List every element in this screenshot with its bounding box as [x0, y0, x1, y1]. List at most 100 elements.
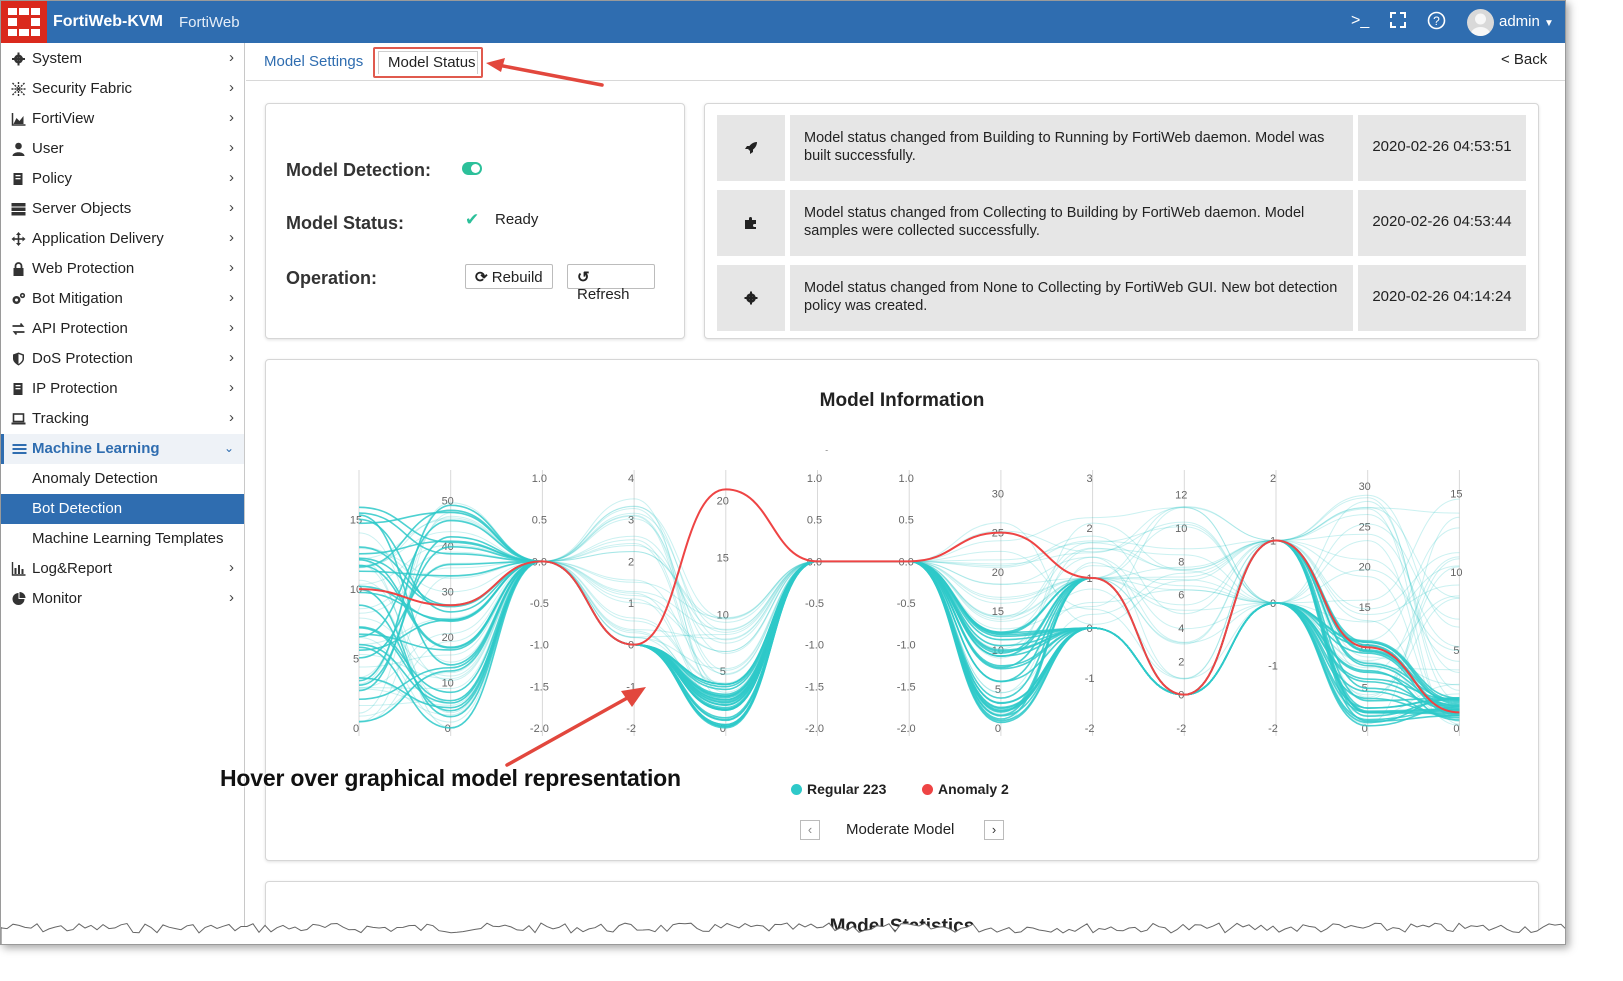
axis-tick: 0.5 [532, 515, 547, 527]
sidebar-item-monitor[interactable]: Monitor › [1, 584, 244, 614]
axis-tick: 2 [1178, 656, 1184, 668]
sidebar-item-label: Bot Detection [32, 500, 123, 517]
axis-tick: 3 [1087, 473, 1093, 485]
tab-model-status[interactable]: Model Status [373, 47, 483, 78]
axis-tick: 1 [628, 598, 634, 610]
axis-tick: 8 [1178, 556, 1184, 568]
axis-tick: 12 [1175, 490, 1187, 502]
sidebar-item-label: Policy [32, 170, 73, 187]
axis-tick: -1.0 [530, 640, 549, 652]
main-content: Model Settings Model Status < Back Model… [246, 43, 1565, 944]
sidebar-item-label: Bot Mitigation [32, 290, 123, 307]
annotation-text: Hover over graphical model representatio… [220, 765, 681, 791]
sync-icon: ⟳ [475, 269, 488, 286]
axis-tick: 2 [1270, 473, 1276, 485]
user-menu[interactable]: admin ▼ [1499, 13, 1554, 30]
sidebar-item-fortiview[interactable]: FortiView › [1, 104, 244, 134]
sidebar-item-bot-mitigation[interactable]: Bot Mitigation › [1, 284, 244, 314]
axis-tick: 15 [717, 553, 729, 565]
sidebar-item-ip-protection[interactable]: IP Protection › [1, 374, 244, 404]
chevron-right-icon: › [229, 559, 234, 576]
callout-arrow-icon [486, 58, 604, 87]
sidebar-item-ml-templates[interactable]: Machine Learning Templates [1, 524, 244, 554]
chevron-right-icon: › [229, 139, 234, 156]
sidebar-item-label: Monitor [32, 590, 83, 607]
prev-model-button[interactable]: ‹ [800, 820, 820, 840]
next-model-button[interactable]: › [984, 820, 1004, 840]
help-icon[interactable]: ? [1427, 11, 1446, 35]
log-row: Model status changed from Building to Ru… [717, 115, 1526, 181]
chevron-down-icon: ⌄ [223, 441, 234, 455]
axis-tick: 0.5 [899, 515, 914, 527]
sidebar-item-label: Machine Learning Templates [32, 530, 224, 547]
chevron-right-icon: › [229, 49, 234, 66]
app-name: FortiWeb-KVM [53, 13, 163, 30]
fullscreen-icon[interactable] [1389, 11, 1407, 34]
sidebar-item-web-protection[interactable]: Web Protection › [1, 254, 244, 284]
axis-tick: 5 [720, 666, 726, 678]
axis-tick: 0 [445, 723, 451, 735]
annotation-arrow-icon [505, 687, 646, 767]
axis-tick: -2.0 [897, 723, 916, 735]
legend-dot [791, 784, 802, 795]
pie-chart-icon [12, 592, 26, 605]
sidebar-item-tracking[interactable]: Tracking › [1, 404, 244, 434]
sidebar-item-bot-detection[interactable]: Bot Detection [1, 494, 244, 524]
tab-model-settings[interactable]: Model Settings [264, 53, 363, 81]
sidebar-item-label: Application Delivery [32, 230, 164, 247]
chevron-right-icon: › [229, 259, 234, 276]
sidebar-item-label: Anomaly Detection [32, 470, 158, 487]
legend-anomaly[interactable]: Anomaly 2 [922, 781, 1009, 797]
axis-tick: 1.0 [532, 473, 547, 485]
fortinet-logo[interactable] [1, 1, 47, 43]
axis-tick: 0 [353, 723, 359, 735]
sidebar-item-anomaly-detection[interactable]: Anomaly Detection [1, 464, 244, 494]
axis-tick: -2 [1085, 723, 1095, 735]
sidebar-item-server-objects[interactable]: Server Objects › [1, 194, 244, 224]
axis-tick: 25 [1359, 521, 1371, 533]
sidebar-item-system[interactable]: System › [1, 44, 244, 74]
axis-tick: 6 [1178, 590, 1184, 602]
avatar[interactable] [1467, 9, 1494, 36]
sidebar-item-label: Tracking [32, 410, 89, 427]
sidebar-item-label: User [32, 140, 64, 157]
sidebar-item-label: Security Fabric [32, 80, 133, 97]
sidebar-item-label: Server Objects [32, 200, 132, 217]
sidebar-item-policy[interactable]: Policy › [1, 164, 244, 194]
laptop-icon [11, 413, 26, 425]
axis-title: HTTP version [876, 450, 943, 451]
sidebar-item-api-protection[interactable]: API Protection › [1, 314, 244, 344]
shield-icon [13, 352, 24, 366]
bar-chart-icon [11, 562, 26, 576]
sidebar-item-label: Web Protection [32, 260, 135, 277]
axis-tick: -0.5 [530, 598, 549, 610]
back-link[interactable]: < Back [1501, 51, 1547, 68]
cli-console-icon[interactable]: >_ [1351, 12, 1369, 30]
chevron-right-icon: › [229, 289, 234, 306]
axis-tick: 20 [717, 496, 729, 508]
axis-tick: -1.5 [805, 681, 824, 693]
legend-anomaly-count: 2 [1001, 781, 1009, 797]
axis-tick: -1.5 [897, 681, 916, 693]
axis-tick: -1.0 [897, 640, 916, 652]
torn-edge [1, 922, 1565, 944]
sidebar-item-dos-protection[interactable]: DoS Protection › [1, 344, 244, 374]
refresh-button[interactable]: ↺ Refresh [567, 264, 655, 303]
legend-regular[interactable]: Regular 223 [791, 781, 886, 797]
axis-title: User-Agent [790, 450, 846, 451]
log-timestamp: 2020-02-26 04:53:44 [1358, 190, 1526, 256]
sidebar-item-log-report[interactable]: Log&Report › [1, 554, 244, 584]
axis-tick: -1 [1085, 673, 1095, 685]
top-bar: FortiWeb-KVM FortiWeb >_ ? admin ▼ [1, 1, 1565, 43]
svg-text:?: ? [1433, 14, 1440, 28]
axis-tick: -2 [1268, 723, 1278, 735]
legend-dot [922, 784, 933, 795]
sidebar-item-application-delivery[interactable]: Application Delivery › [1, 224, 244, 254]
user-name: admin [1499, 13, 1540, 30]
chevron-right-icon: › [229, 169, 234, 186]
rebuild-button[interactable]: ⟳ Rebuild [465, 264, 553, 289]
sidebar-item-security-fabric[interactable]: Security Fabric › [1, 74, 244, 104]
model-detection-toggle[interactable] [462, 162, 482, 175]
sidebar-item-machine-learning[interactable]: Machine Learning ⌄ [1, 434, 244, 464]
sidebar-item-user[interactable]: User › [1, 134, 244, 164]
